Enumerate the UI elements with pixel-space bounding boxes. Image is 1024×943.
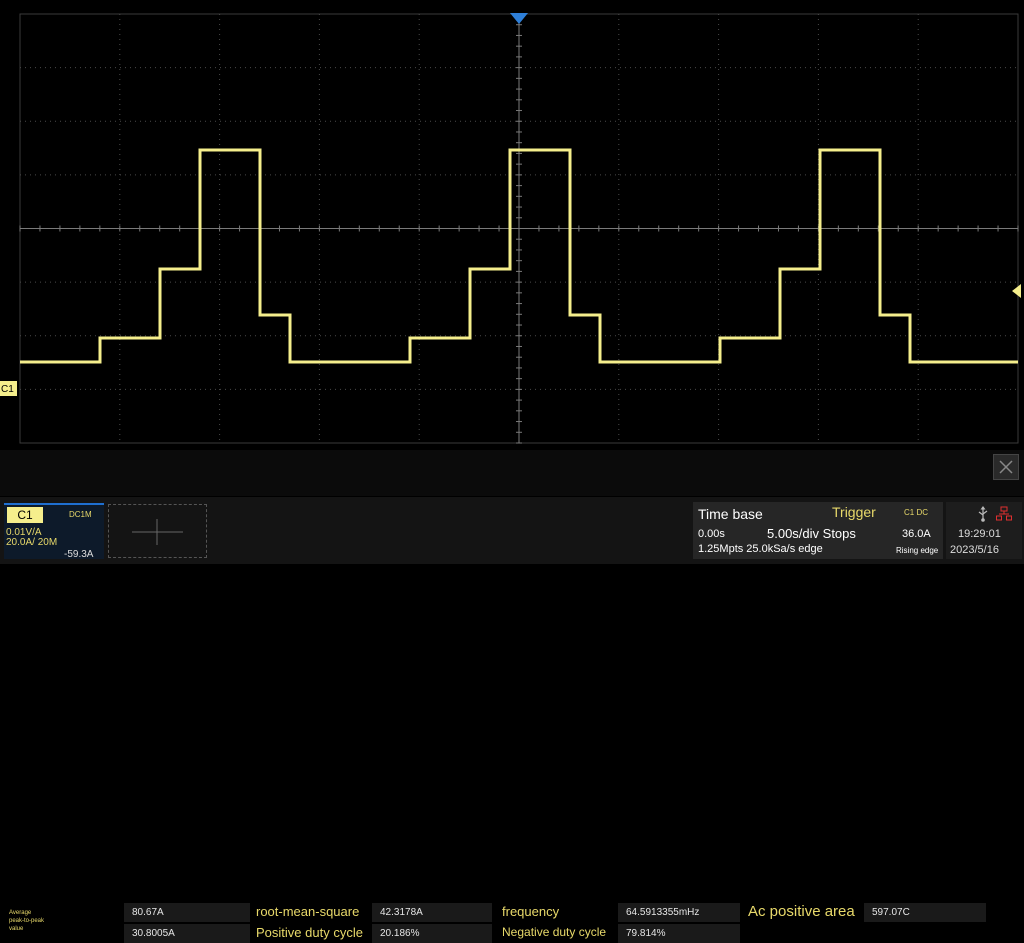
trigger-mode: Rising edge: [896, 546, 939, 555]
rms-label: root-mean-square: [256, 904, 360, 919]
ac-pos-area-label: Ac positive area: [748, 903, 855, 920]
close-button[interactable]: [993, 454, 1019, 480]
timebase-title: Time base: [698, 506, 763, 522]
status-bar: C1 DC1M 0.01V/A 20.0A/ 20M -59.3A Time b…: [0, 497, 1024, 564]
avg-peak-value: 80.67A: [124, 903, 250, 922]
channel-range: 20.0A/ 20M: [6, 537, 58, 548]
usb-icon: [978, 506, 988, 522]
avg-peak-label: Average peak-to-peak value: [9, 910, 45, 932]
clock-time: 19:29:01: [958, 528, 1001, 540]
graticule: C1: [0, 13, 1021, 444]
neg-duty-label: Negative duty cycle: [502, 925, 607, 939]
plus-icon: [132, 519, 183, 545]
ac-pos-area-value: 597.07C: [864, 903, 986, 922]
trigger-level: 36.0A: [902, 528, 931, 540]
pos-duty-label: Positive duty cycle: [256, 925, 363, 940]
trigger-source: C1 DC: [904, 508, 929, 517]
channel-coupling: DC1M: [69, 510, 92, 519]
waveform-display[interactable]: C1: [0, 0, 1024, 450]
add-channel-slot[interactable]: [108, 504, 207, 558]
channel-badge[interactable]: C1: [7, 507, 43, 523]
network-icon: [996, 506, 1012, 521]
channel-box[interactable]: C1 DC1M 0.01V/A 20.0A/ 20M -59.3A: [4, 503, 104, 560]
clock-date: 2023/5/16: [950, 544, 999, 556]
channel-offset: -59.3A: [64, 549, 94, 560]
rms-value: 42.3178A: [372, 903, 492, 922]
neg-duty-value: 79.814%: [618, 924, 740, 943]
system-status: 19:29:01 2023/5/16: [946, 502, 1022, 559]
freq-value: 64.5913355mHz: [618, 903, 740, 922]
channel-ground-marker[interactable]: C1: [0, 381, 17, 396]
timebase-memory: 1.25Mpts 25.0kSa/s edge: [698, 543, 823, 555]
freq-label: frequency: [502, 904, 560, 919]
timebase-trigger-panel[interactable]: Time base Trigger C1 DC 0.00s 5.00s/div …: [693, 502, 943, 559]
measurement-panel: Average peak-to-peak value 80.67A 30.800…: [0, 450, 1024, 943]
trigger-level-marker-icon: [1012, 284, 1021, 298]
timebase-delay: 0.00s: [698, 528, 725, 540]
row2-value: 30.8005A: [124, 924, 250, 943]
pos-duty-value: 20.186%: [372, 924, 492, 943]
channel-ground-label: C1: [1, 384, 14, 395]
close-icon: [999, 460, 1013, 474]
timebase-scale-status: 5.00s/div Stops: [767, 526, 856, 541]
trigger-position-marker-icon: [510, 13, 528, 24]
trigger-title: Trigger: [832, 504, 876, 520]
